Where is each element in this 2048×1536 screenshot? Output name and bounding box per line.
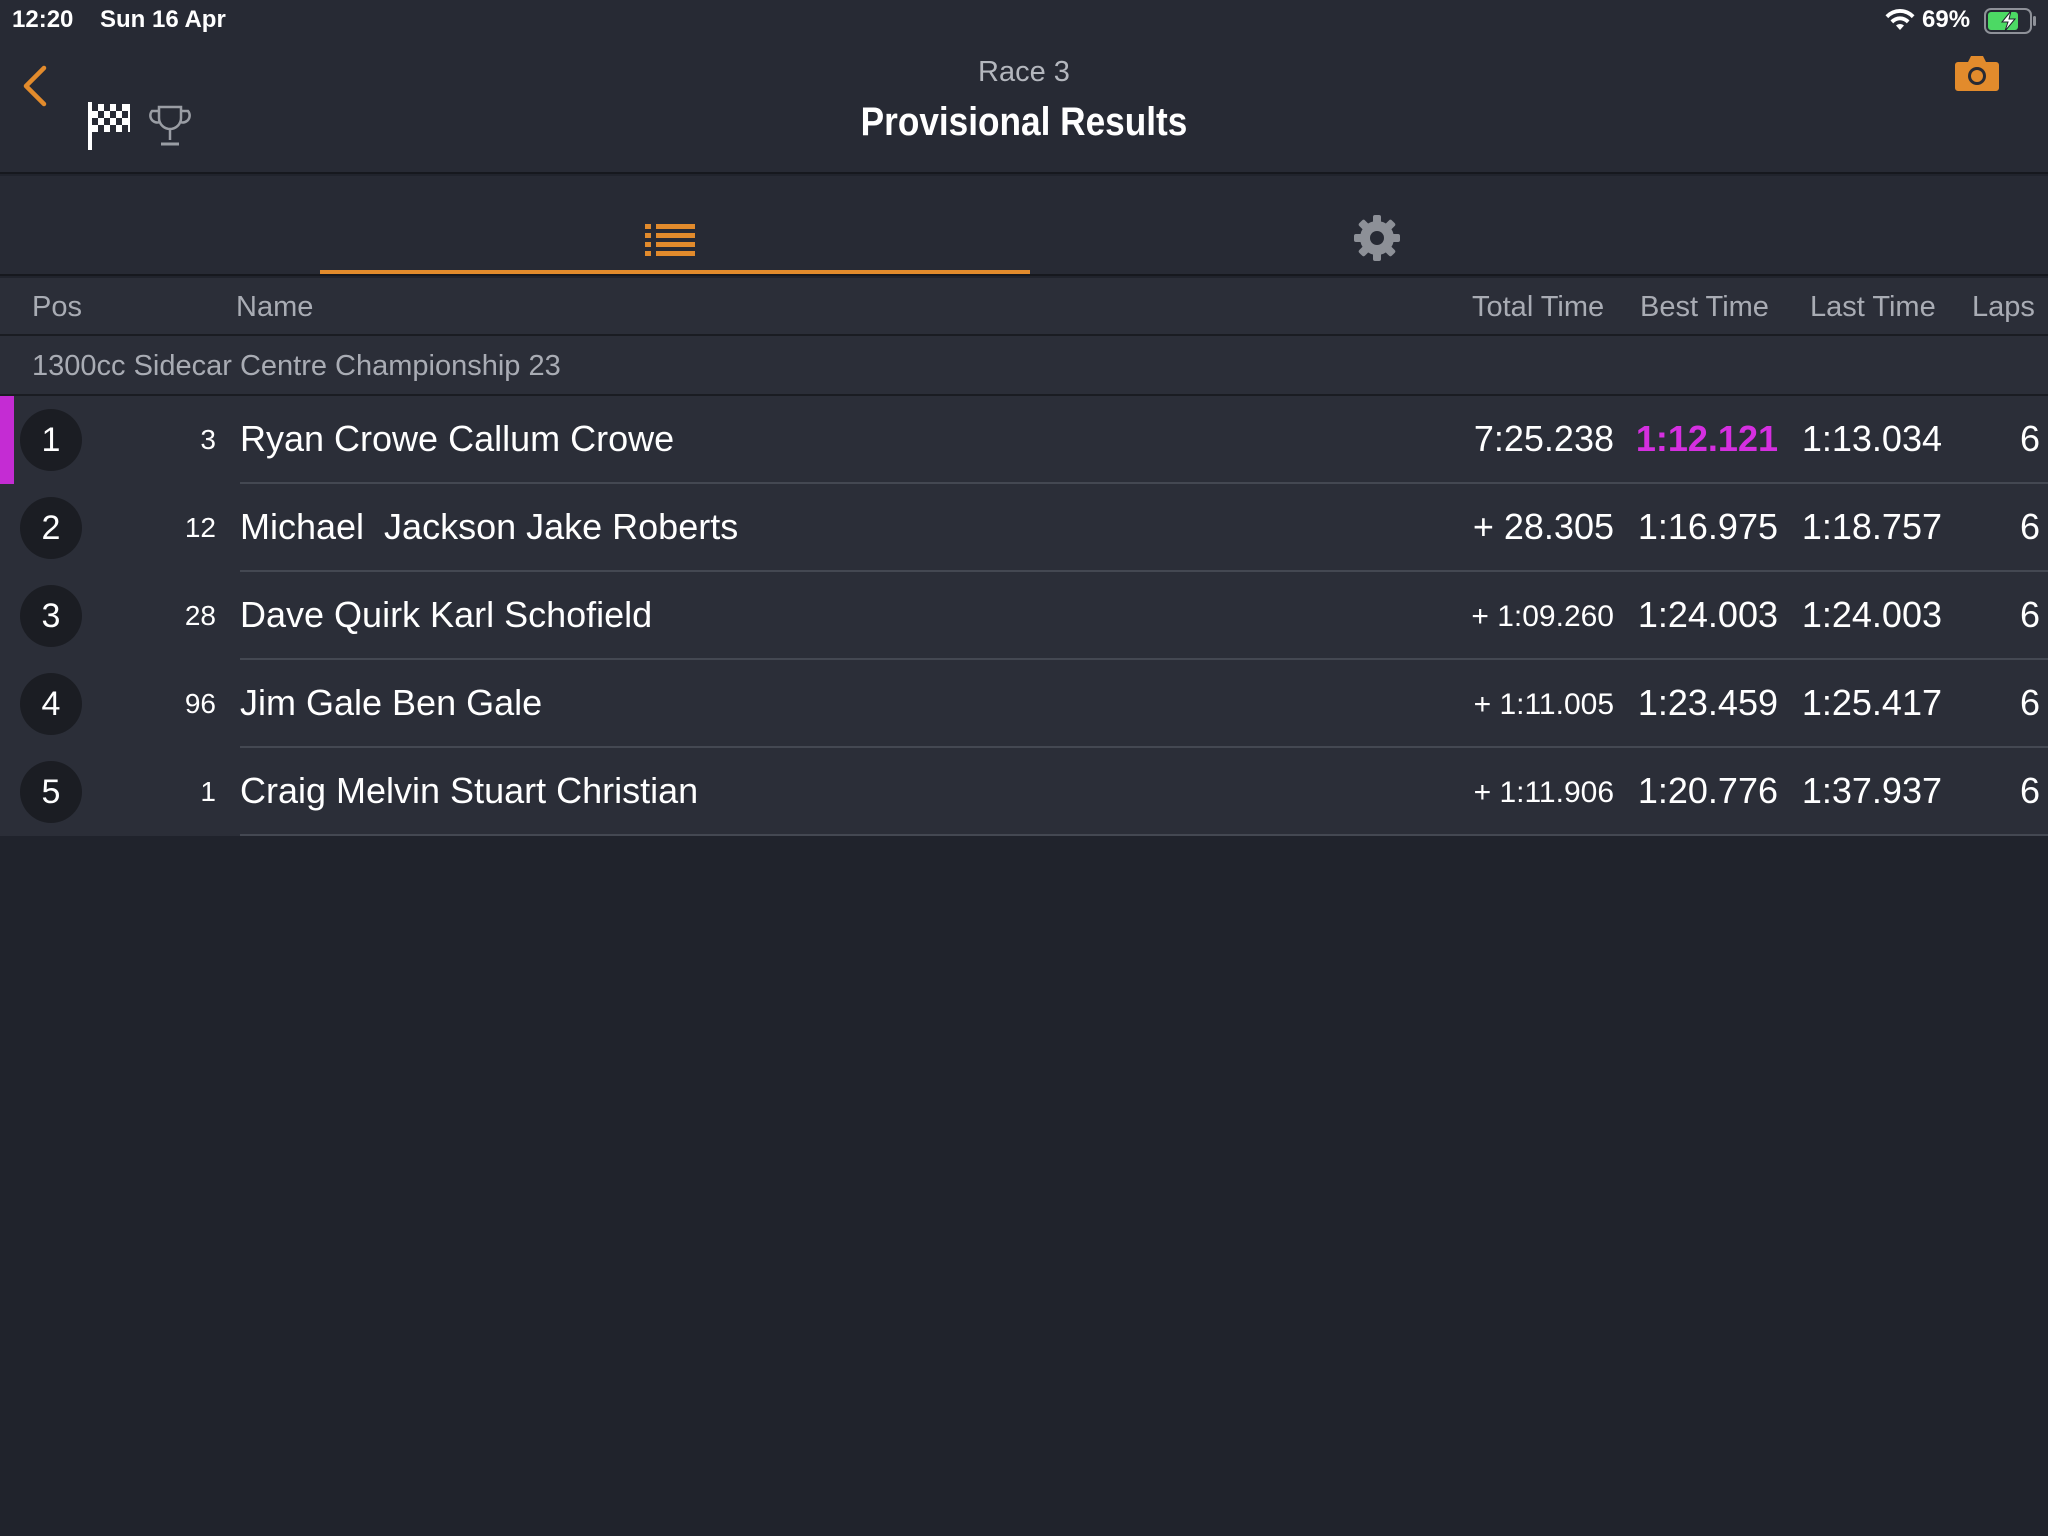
best-time: 1:24.003 — [1637, 594, 1778, 635]
driver-names: Michael Jackson Jake Roberts — [240, 506, 739, 547]
total-time: + 28.305 — [1472, 506, 1614, 547]
best-time-fastest: 1:12.121 — [1635, 418, 1778, 459]
col-laps-header: Laps — [1972, 291, 2035, 323]
class-group-title: 1300cc Sidecar Centre Championship 23 — [32, 350, 561, 382]
last-time: 1:18.757 — [1801, 506, 1942, 547]
tab-results-list[interactable] — [320, 176, 1030, 274]
col-pos-header: Pos — [32, 291, 82, 323]
table-row[interactable]: 3 28 Dave Quirk Karl Schofield + 1:09.26… — [0, 572, 2048, 660]
last-time: 1:13.034 — [1801, 418, 1942, 459]
status-date: Sun 16 Apr — [100, 6, 226, 33]
race-number: 3 — [200, 424, 216, 455]
col-last-time-header: Last Time — [1810, 291, 1936, 323]
best-time: 1:20.776 — [1637, 770, 1778, 811]
driver-names: Jim Gale Ben Gale — [240, 682, 543, 723]
total-time: + 1:11.005 — [1473, 688, 1614, 721]
position-badge: 4 — [20, 673, 82, 735]
position-badge: 2 — [20, 497, 82, 559]
race-number: 28 — [184, 600, 216, 631]
class-group-header: 1300cc Sidecar Centre Championship 23 — [0, 336, 2048, 396]
col-name-header: Name — [236, 291, 314, 323]
col-best-time-header: Best Time — [1640, 291, 1769, 323]
leader-marker — [0, 396, 14, 484]
battery-charging-icon — [1984, 8, 2036, 34]
table-row[interactable]: 1 3 Ryan Crowe Callum Crowe 7:25.238 1:1… — [0, 396, 2048, 484]
table-row[interactable]: 5 1 Craig Melvin Stuart Christian + 1:11… — [0, 748, 2048, 836]
total-time: 7:25.238 — [1473, 418, 1614, 459]
laps: 6 — [2019, 594, 2040, 635]
list-icon — [645, 224, 695, 256]
wifi-icon — [1885, 8, 1915, 30]
tab-bar — [0, 176, 2048, 276]
laps: 6 — [2019, 418, 2040, 459]
last-time: 1:37.937 — [1801, 770, 1942, 811]
laps: 6 — [2019, 506, 2040, 547]
column-header-row: Pos Name Total Time Best Time Last Time … — [0, 278, 2048, 336]
table-row[interactable]: 4 96 Jim Gale Ben Gale + 1:11.005 1:23.4… — [0, 660, 2048, 748]
results-table: 1 3 Ryan Crowe Callum Crowe 7:25.238 1:1… — [0, 396, 2048, 836]
col-total-time-header: Total Time — [1472, 291, 1605, 323]
header: Race 3 Provisional Results — [0, 40, 2048, 174]
last-time: 1:25.417 — [1801, 682, 1942, 723]
driver-names: Dave Quirk Karl Schofield — [240, 594, 653, 635]
best-time: 1:23.459 — [1637, 682, 1778, 723]
active-tab-indicator — [320, 270, 1030, 274]
race-number: 12 — [184, 512, 216, 543]
race-number: 1 — [200, 776, 216, 807]
app-root: 12:20 Sun 16 Apr 69% Race 3 Provisional … — [0, 0, 2048, 1536]
position-badge: 3 — [20, 585, 82, 647]
tab-settings[interactable] — [1310, 176, 1444, 274]
driver-names: Ryan Crowe Callum Crowe — [240, 418, 675, 459]
race-number: 96 — [184, 688, 216, 719]
status-time: 12:20 — [12, 6, 74, 33]
gear-icon — [1354, 215, 1400, 261]
best-time: 1:16.975 — [1637, 506, 1778, 547]
position-badge: 1 — [20, 409, 82, 471]
laps: 6 — [2019, 682, 2040, 723]
driver-names: Craig Melvin Stuart Christian — [240, 770, 699, 811]
status-bar: 12:20 Sun 16 Apr 69% — [0, 0, 2048, 40]
position-badge: 5 — [20, 761, 82, 823]
page-title: Provisional Results — [860, 100, 1188, 144]
camera-icon[interactable] — [1954, 54, 2000, 92]
last-time: 1:24.003 — [1801, 594, 1942, 635]
table-row[interactable]: 2 12 Michael Jackson Jake Roberts + 28.3… — [0, 484, 2048, 572]
race-subtitle: Race 3 — [978, 56, 1070, 88]
battery-percent: 69% — [1922, 6, 1971, 33]
total-time: + 1:09.260 — [1471, 600, 1614, 633]
total-time: + 1:11.906 — [1473, 776, 1614, 809]
laps: 6 — [2019, 770, 2040, 811]
